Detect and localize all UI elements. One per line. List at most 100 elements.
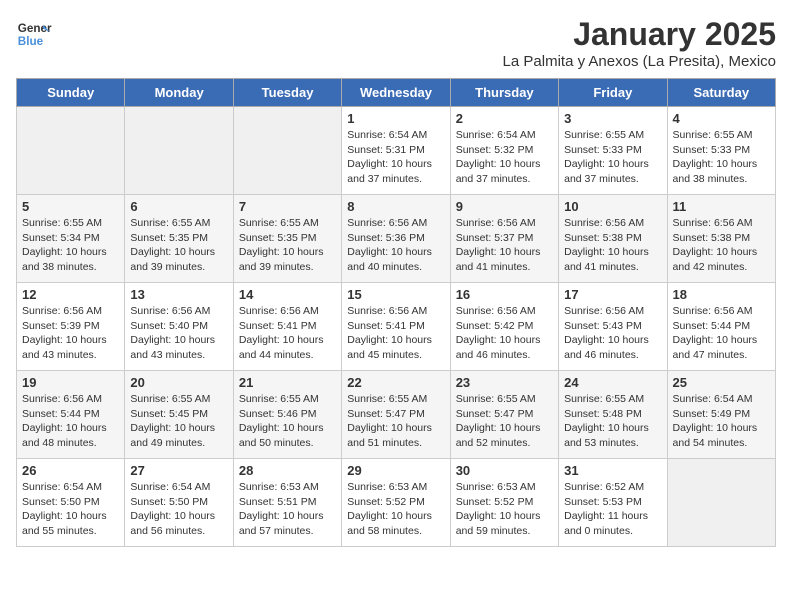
week-row-3: 12Sunrise: 6:56 AMSunset: 5:39 PMDayligh… (17, 283, 776, 371)
day-cell: 5 Sunrise: 6:55 AMSunset: 5:34 PMDaylight… (17, 195, 125, 283)
day-number: 8 (347, 199, 444, 214)
day-number: 9 (456, 199, 553, 214)
day-cell: 11 Sunrise: 6:56 AMSunset: 5:38 PMDayligh… (667, 195, 775, 283)
day-number: 10 (564, 199, 661, 214)
day-cell: 14 Sunrise: 6:56 AMSunset: 5:41 PMDayligh… (233, 283, 341, 371)
day-info: Sunrise: 6:55 AMSunset: 5:33 PMDaylight:… (673, 128, 770, 187)
day-info: Sunrise: 6:55 AMSunset: 5:45 PMDaylight:… (130, 392, 227, 451)
day-cell: 12Sunrise: 6:56 AMSunset: 5:39 PMDayligh… (17, 283, 125, 371)
day-number: 2 (456, 111, 553, 126)
day-cell: 10 Sunrise: 6:56 AMSunset: 5:38 PMDayligh… (559, 195, 667, 283)
week-row-1: 1 Sunrise: 6:54 AMSunset: 5:31 PMDaylight… (17, 107, 776, 195)
day-info: Sunrise: 6:54 AMSunset: 5:50 PMDaylight:… (22, 480, 119, 539)
day-number: 11 (673, 199, 770, 214)
day-cell: 17 Sunrise: 6:56 AMSunset: 5:43 PMDayligh… (559, 283, 667, 371)
page-header: General Blue January 2025 La Palmita y A… (16, 16, 776, 70)
svg-text:General: General (18, 22, 52, 35)
day-info: Sunrise: 6:56 AMSunset: 5:37 PMDaylight:… (456, 216, 553, 275)
day-number: 4 (673, 111, 770, 126)
day-info: Sunrise: 6:55 AMSunset: 5:33 PMDaylight:… (564, 128, 661, 187)
week-row-5: 26 Sunrise: 6:54 AMSunset: 5:50 PMDayligh… (17, 459, 776, 547)
day-number: 19 (22, 375, 119, 390)
day-info: Sunrise: 6:55 AMSunset: 5:35 PMDaylight:… (130, 216, 227, 275)
day-cell: 20 Sunrise: 6:55 AMSunset: 5:45 PMDayligh… (125, 371, 233, 459)
day-cell: 23Sunrise: 6:55 AMSunset: 5:47 PMDayligh… (450, 371, 558, 459)
day-cell: 31 Sunrise: 6:52 AMSunset: 5:53 PMDayligh… (559, 459, 667, 547)
day-number: 18 (673, 287, 770, 302)
day-info: Sunrise: 6:53 AMSunset: 5:52 PMDaylight:… (456, 480, 553, 539)
day-cell: 26 Sunrise: 6:54 AMSunset: 5:50 PMDayligh… (17, 459, 125, 547)
day-number: 5 (22, 199, 119, 214)
day-number: 20 (130, 375, 227, 390)
week-row-4: 19 Sunrise: 6:56 AMSunset: 5:44 PMDayligh… (17, 371, 776, 459)
day-cell: 25Sunrise: 6:54 AMSunset: 5:49 PMDayligh… (667, 371, 775, 459)
day-cell: 6Sunrise: 6:55 AMSunset: 5:35 PMDaylight… (125, 195, 233, 283)
weekday-header-sunday: Sunday (17, 79, 125, 107)
day-cell: 8 Sunrise: 6:56 AMSunset: 5:36 PMDaylight… (342, 195, 450, 283)
day-info: Sunrise: 6:56 AMSunset: 5:39 PMDaylight:… (22, 304, 119, 363)
weekday-header-tuesday: Tuesday (233, 79, 341, 107)
day-cell: 3 Sunrise: 6:55 AMSunset: 5:33 PMDaylight… (559, 107, 667, 195)
day-cell: 16Sunrise: 6:56 AMSunset: 5:42 PMDayligh… (450, 283, 558, 371)
weekday-header-wednesday: Wednesday (342, 79, 450, 107)
weekday-header-saturday: Saturday (667, 79, 775, 107)
day-number: 25 (673, 375, 770, 390)
day-number: 17 (564, 287, 661, 302)
day-info: Sunrise: 6:56 AMSunset: 5:36 PMDaylight:… (347, 216, 444, 275)
day-info: Sunrise: 6:56 AMSunset: 5:44 PMDaylight:… (673, 304, 770, 363)
day-number: 26 (22, 463, 119, 478)
day-number: 21 (239, 375, 336, 390)
day-number: 16 (456, 287, 553, 302)
day-number: 7 (239, 199, 336, 214)
day-cell: 19 Sunrise: 6:56 AMSunset: 5:44 PMDayligh… (17, 371, 125, 459)
svg-text:Blue: Blue (18, 35, 44, 48)
day-info: Sunrise: 6:55 AMSunset: 5:34 PMDaylight:… (22, 216, 119, 275)
day-cell: 30 Sunrise: 6:53 AMSunset: 5:52 PMDayligh… (450, 459, 558, 547)
day-cell: 18 Sunrise: 6:56 AMSunset: 5:44 PMDayligh… (667, 283, 775, 371)
day-cell (233, 107, 341, 195)
day-number: 1 (347, 111, 444, 126)
day-number: 30 (456, 463, 553, 478)
day-cell: 13 Sunrise: 6:56 AMSunset: 5:40 PMDayligh… (125, 283, 233, 371)
day-info: Sunrise: 6:52 AMSunset: 5:53 PMDaylight:… (564, 480, 661, 539)
weekday-header-row: SundayMondayTuesdayWednesdayThursdayFrid… (17, 79, 776, 107)
day-info: Sunrise: 6:54 AMSunset: 5:31 PMDaylight:… (347, 128, 444, 187)
day-cell: 22 Sunrise: 6:55 AMSunset: 5:47 PMDayligh… (342, 371, 450, 459)
day-cell: 1 Sunrise: 6:54 AMSunset: 5:31 PMDaylight… (342, 107, 450, 195)
day-info: Sunrise: 6:56 AMSunset: 5:38 PMDaylight:… (673, 216, 770, 275)
logo: General Blue (16, 16, 52, 52)
day-number: 29 (347, 463, 444, 478)
day-info: Sunrise: 6:54 AMSunset: 5:32 PMDaylight:… (456, 128, 553, 187)
day-cell: 21Sunrise: 6:55 AMSunset: 5:46 PMDayligh… (233, 371, 341, 459)
day-number: 24 (564, 375, 661, 390)
day-number: 3 (564, 111, 661, 126)
calendar-table: SundayMondayTuesdayWednesdayThursdayFrid… (16, 78, 776, 547)
day-info: Sunrise: 6:56 AMSunset: 5:38 PMDaylight:… (564, 216, 661, 275)
day-info: Sunrise: 6:55 AMSunset: 5:47 PMDaylight:… (456, 392, 553, 451)
logo-icon: General Blue (16, 16, 52, 52)
weekday-header-friday: Friday (559, 79, 667, 107)
day-info: Sunrise: 6:56 AMSunset: 5:44 PMDaylight:… (22, 392, 119, 451)
day-cell: 4 Sunrise: 6:55 AMSunset: 5:33 PMDaylight… (667, 107, 775, 195)
day-cell: 7Sunrise: 6:55 AMSunset: 5:35 PMDaylight… (233, 195, 341, 283)
day-info: Sunrise: 6:55 AMSunset: 5:48 PMDaylight:… (564, 392, 661, 451)
day-number: 15 (347, 287, 444, 302)
day-number: 22 (347, 375, 444, 390)
location-title: La Palmita y Anexos (La Presita), Mexico (503, 53, 776, 70)
day-cell: 28Sunrise: 6:53 AMSunset: 5:51 PMDayligh… (233, 459, 341, 547)
day-info: Sunrise: 6:56 AMSunset: 5:43 PMDaylight:… (564, 304, 661, 363)
day-number: 14 (239, 287, 336, 302)
day-info: Sunrise: 6:56 AMSunset: 5:41 PMDaylight:… (239, 304, 336, 363)
day-info: Sunrise: 6:55 AMSunset: 5:47 PMDaylight:… (347, 392, 444, 451)
weekday-header-monday: Monday (125, 79, 233, 107)
day-cell: 24 Sunrise: 6:55 AMSunset: 5:48 PMDayligh… (559, 371, 667, 459)
day-info: Sunrise: 6:53 AMSunset: 5:52 PMDaylight:… (347, 480, 444, 539)
day-number: 28 (239, 463, 336, 478)
week-row-2: 5 Sunrise: 6:55 AMSunset: 5:34 PMDaylight… (17, 195, 776, 283)
weekday-header-thursday: Thursday (450, 79, 558, 107)
day-number: 27 (130, 463, 227, 478)
day-number: 31 (564, 463, 661, 478)
day-number: 13 (130, 287, 227, 302)
day-info: Sunrise: 6:56 AMSunset: 5:40 PMDaylight:… (130, 304, 227, 363)
title-block: January 2025 La Palmita y Anexos (La Pre… (503, 16, 776, 70)
